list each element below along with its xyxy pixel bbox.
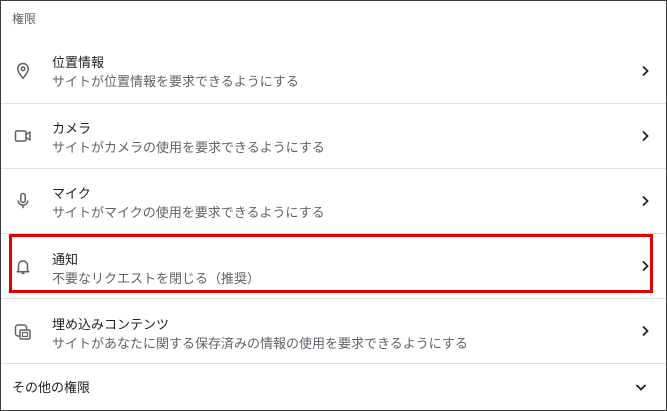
chevron-right-icon [638, 259, 652, 273]
permission-title: 埋め込みコンテンツ [52, 318, 170, 333]
permission-title: 通知 [52, 253, 79, 268]
permission-title: カメラ [52, 122, 92, 137]
microphone-icon [13, 191, 33, 211]
permission-row-embedded-content[interactable]: 埋め込みコンテンツ サイトがあなたに関する保存済みの情報の使用を要求できるように… [1, 299, 666, 363]
permission-subtitle: サイトがあなたに関する保存済みの情報の使用を要求できるようにする [52, 337, 468, 352]
permission-title: 位置情報 [52, 56, 105, 71]
chevron-right-icon [638, 64, 652, 78]
permission-subtitle: サイトがマイクの使用を要求できるようにする [52, 206, 325, 221]
permission-subtitle: 不要なリクエストを閉じる（推奨） [52, 272, 261, 287]
camera-icon [13, 126, 33, 146]
permission-row-location[interactable]: 位置情報 サイトが位置情報を要求できるようにする [1, 39, 666, 103]
permission-row-camera[interactable]: カメラ サイトがカメラの使用を要求できるようにする [1, 104, 666, 168]
bell-icon [13, 256, 33, 276]
chevron-right-icon [638, 324, 652, 338]
permission-row-notifications[interactable]: 通知 不要なリクエストを閉じる（推奨） [1, 234, 666, 298]
permission-subtitle: サイトが位置情報を要求できるようにする [52, 75, 299, 90]
permission-subtitle: サイトがカメラの使用を要求できるようにする [52, 141, 325, 156]
chevron-down-icon [634, 380, 648, 394]
more-permissions-label: その他の権限 [12, 381, 91, 396]
permission-title: マイク [52, 187, 91, 202]
chevron-right-icon [638, 129, 652, 143]
permissions-panel: 権限 位置情報 サイトが位置情報を要求できるようにする カメラ サイトがカメラの… [0, 0, 667, 411]
permission-row-microphone[interactable]: マイク サイトがマイクの使用を要求できるようにする [1, 169, 666, 233]
location-pin-icon [13, 61, 33, 81]
embedded-content-icon [13, 322, 33, 342]
section-title: 権限 [12, 12, 37, 26]
more-permissions-toggle[interactable]: その他の権限 [1, 365, 666, 409]
chevron-right-icon [638, 194, 652, 208]
divider [1, 363, 666, 364]
